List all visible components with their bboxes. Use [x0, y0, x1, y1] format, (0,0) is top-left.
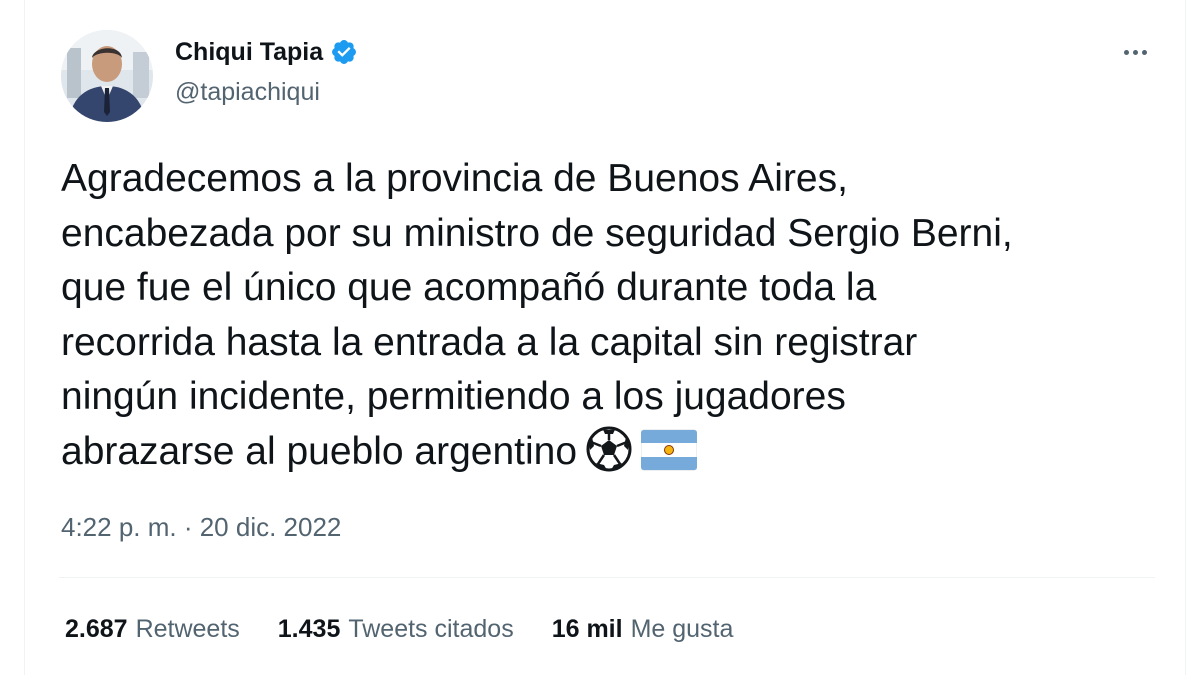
dot	[1123, 49, 1129, 55]
tweet-text-line: que fue el único que acompañó durante to…	[61, 266, 877, 309]
profile-photo-icon	[61, 30, 153, 122]
author-name-row[interactable]: Chiqui Tapia	[175, 36, 358, 68]
quotes-stat[interactable]: 1.435 Tweets citados	[278, 612, 514, 646]
dot	[1132, 49, 1138, 55]
dot	[1141, 49, 1147, 55]
divider	[59, 577, 1155, 578]
tweet-timestamp[interactable]: 4:22 p. m. · 20 dic. 2022	[61, 510, 341, 544]
likes-label: Me gusta	[630, 615, 734, 643]
soccer-ball-icon	[583, 426, 635, 488]
author-name[interactable]: Chiqui Tapia	[175, 36, 323, 68]
retweets-stat[interactable]: 2.687 Retweets	[65, 612, 240, 646]
argentina-flag-icon	[640, 428, 698, 488]
tweet-stats: 2.687 Retweets 1.435 Tweets citados 16 m…	[65, 612, 771, 646]
author-avatar[interactable]	[61, 30, 153, 122]
tweet-text-line: encabezada por su ministro de seguridad …	[61, 211, 1013, 255]
quotes-label: Tweets citados	[348, 615, 514, 643]
retweets-label: Retweets	[135, 615, 240, 643]
retweets-count: 2.687	[65, 615, 128, 643]
tweet-text-line: Agradecemos a la provincia de Buenos Air…	[61, 157, 848, 200]
tweet-text-last-line: abrazarse al pueblo argentino	[61, 425, 1151, 488]
author-handle[interactable]: @tapiachiqui	[175, 76, 320, 108]
likes-stat[interactable]: 16 mil Me gusta	[552, 612, 734, 646]
quotes-count: 1.435	[277, 615, 341, 643]
verified-badge-icon	[330, 38, 358, 66]
more-options-icon[interactable]	[1115, 38, 1155, 66]
tweet-text-line: abrazarse al pueblo argentino	[61, 429, 578, 473]
tweet-text-line: recorrida hasta la entrada a la capital …	[61, 320, 918, 364]
tweet-card: Chiqui Tapia @tapiachiqui Agradecemos a …	[24, 0, 1186, 675]
tweet-text-line: ningún incidente, permitiendo a los juga…	[61, 375, 846, 418]
likes-count: 16 mil	[551, 615, 623, 643]
tweet-text: Agradecemos a la provincia de Buenos Air…	[61, 152, 1151, 487]
